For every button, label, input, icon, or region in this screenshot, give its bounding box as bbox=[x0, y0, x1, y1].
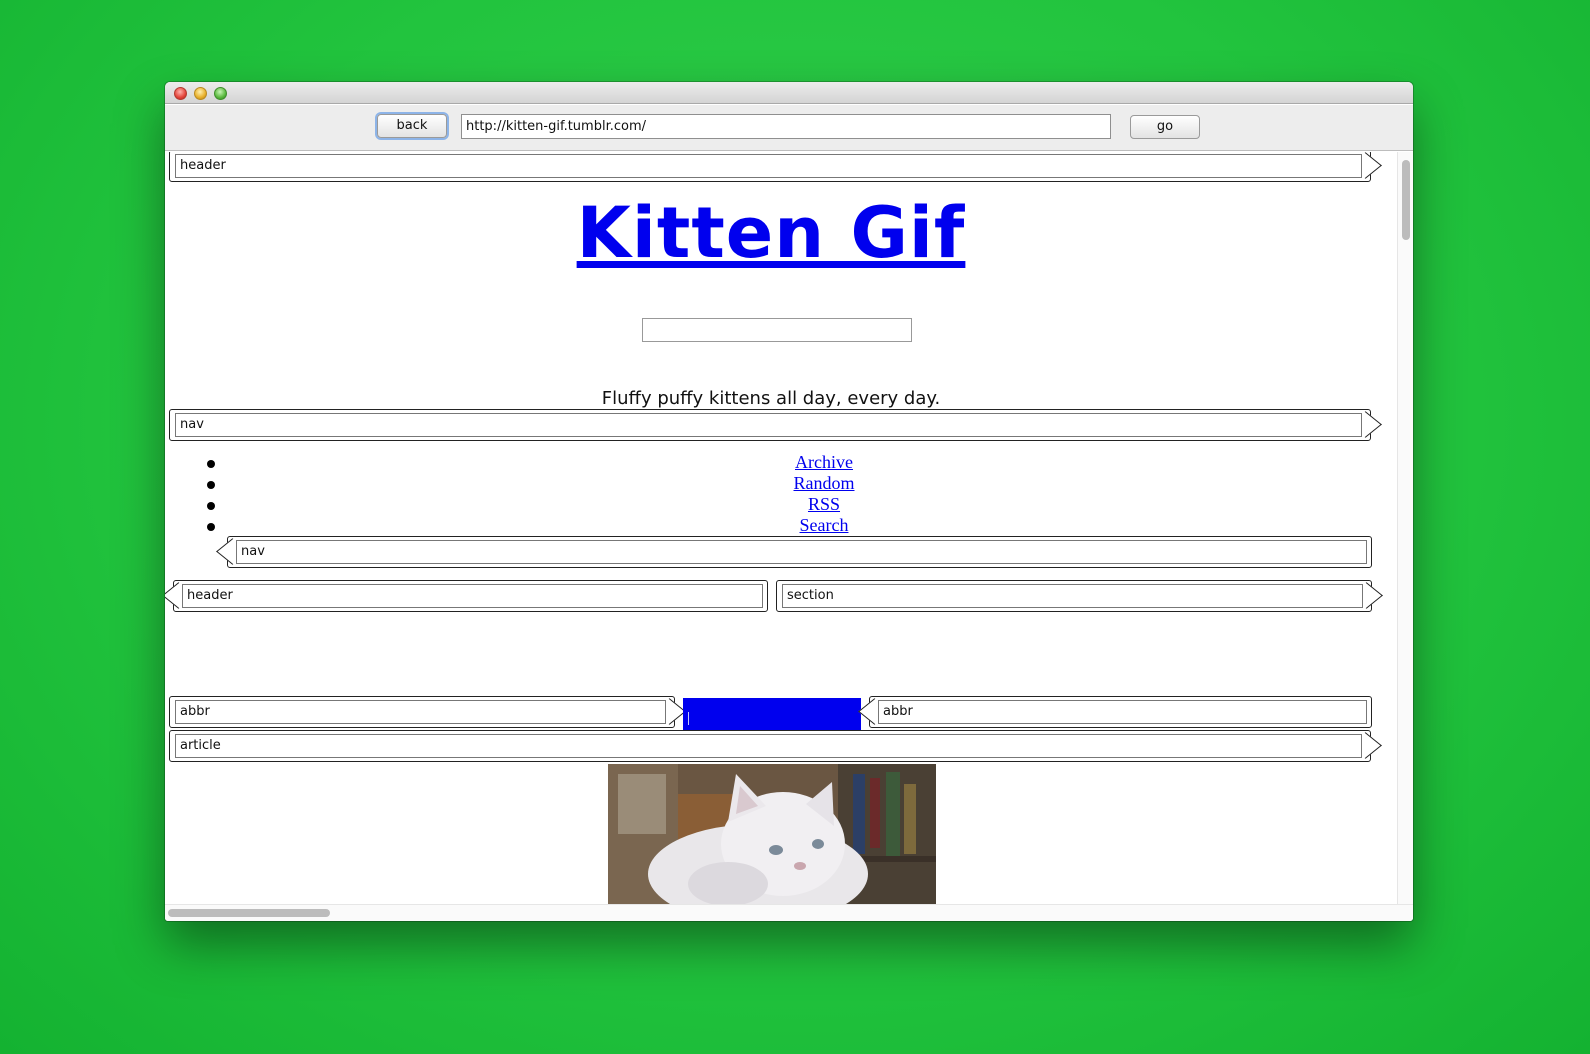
back-button[interactable]: back bbox=[377, 114, 447, 138]
blog-search-input[interactable] bbox=[642, 318, 912, 342]
minimize-window-button[interactable] bbox=[194, 87, 207, 100]
list-item: RSS bbox=[165, 494, 1397, 515]
page-viewport[interactable]: header Kitten Gif Fluffy puffy kittens a… bbox=[165, 152, 1397, 904]
nav-link-random[interactable]: Random bbox=[165, 473, 1397, 494]
tag-label: abbr bbox=[175, 700, 666, 724]
tag-header-top: header bbox=[169, 152, 1371, 182]
vertical-scrollbar[interactable] bbox=[1397, 152, 1413, 904]
tag-label: article bbox=[175, 734, 1362, 758]
tag-label: nav bbox=[236, 540, 1367, 564]
tag-section: section bbox=[776, 580, 1372, 612]
site-title: Kitten Gif bbox=[165, 192, 1377, 274]
horizontal-scrollbar[interactable] bbox=[165, 904, 1413, 921]
list-item: Search bbox=[165, 515, 1397, 536]
tag-label: header bbox=[175, 154, 1362, 178]
site-tagline: Fluffy puffy kittens all day, every day. bbox=[601, 388, 941, 409]
tag-nav-inner: nav bbox=[227, 536, 1372, 568]
horizontal-scroll-thumb[interactable] bbox=[168, 909, 330, 917]
browser-toolbar: back http://kitten-gif.tumblr.com/ go bbox=[165, 105, 1413, 151]
title-bar bbox=[165, 82, 1413, 104]
url-input[interactable]: http://kitten-gif.tumblr.com/ bbox=[461, 114, 1111, 139]
nav-link-rss[interactable]: RSS bbox=[165, 494, 1397, 515]
go-button[interactable]: go bbox=[1130, 115, 1200, 139]
tag-label: header bbox=[182, 584, 763, 608]
pagination-highlight[interactable]: | bbox=[683, 698, 861, 731]
tag-abbr-left: abbr bbox=[169, 696, 675, 728]
kitten-illustration bbox=[608, 764, 936, 904]
tag-nav-main: nav bbox=[169, 409, 1371, 441]
tag-label: section bbox=[782, 584, 1363, 608]
nav-link-search[interactable]: Search bbox=[165, 515, 1397, 536]
list-item: Archive bbox=[165, 452, 1397, 473]
vertical-scroll-thumb[interactable] bbox=[1402, 160, 1410, 240]
site-title-link[interactable]: Kitten Gif bbox=[577, 192, 966, 274]
tag-label: abbr bbox=[878, 700, 1367, 724]
tag-abbr-right: abbr bbox=[869, 696, 1372, 728]
tag-label: nav bbox=[175, 413, 1362, 437]
zoom-window-button[interactable] bbox=[214, 87, 227, 100]
nav-link-archive[interactable]: Archive bbox=[165, 452, 1397, 473]
tag-article: article bbox=[169, 730, 1371, 762]
tag-header-second: header bbox=[173, 580, 768, 612]
browser-window: back http://kitten-gif.tumblr.com/ go he… bbox=[165, 82, 1413, 921]
list-item: Random bbox=[165, 473, 1397, 494]
kitten-gif-image[interactable] bbox=[608, 764, 936, 904]
close-window-button[interactable] bbox=[174, 87, 187, 100]
pager-separator: | bbox=[687, 710, 691, 726]
